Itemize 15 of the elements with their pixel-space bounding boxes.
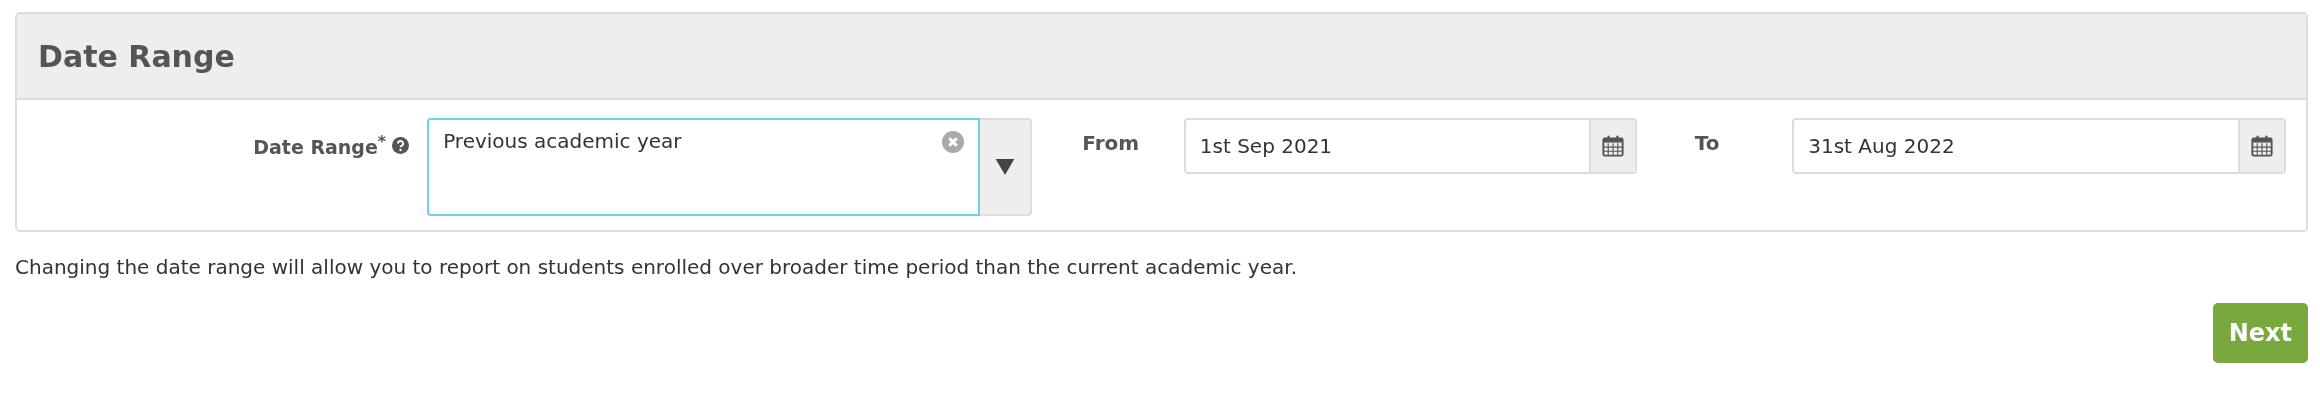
to-label: To bbox=[1694, 130, 1721, 155]
panel-title: Date Range bbox=[38, 38, 235, 74]
dropdown-button[interactable] bbox=[980, 118, 1033, 216]
help-icon[interactable] bbox=[392, 136, 410, 154]
calendar-icon bbox=[1601, 135, 1624, 157]
from-label: From bbox=[1082, 130, 1141, 155]
to-date-field[interactable]: 31st Aug 2022 bbox=[1792, 118, 2286, 174]
caret-icon bbox=[995, 159, 1016, 175]
from-date-field[interactable]: 1st Sep 2021 bbox=[1183, 118, 1637, 174]
date-range-label: Date Range$^{*}$ bbox=[253, 132, 387, 159]
calendar-button[interactable] bbox=[2238, 120, 2284, 172]
calendar-button[interactable] bbox=[1588, 120, 1635, 172]
calendar-icon bbox=[2251, 135, 2273, 157]
help-text: Changing the date range will allow you to report on students enrolled over broader time period than the current academic year. bbox=[15, 255, 1298, 279]
date-range-select[interactable]: Previous academic year bbox=[427, 118, 981, 216]
